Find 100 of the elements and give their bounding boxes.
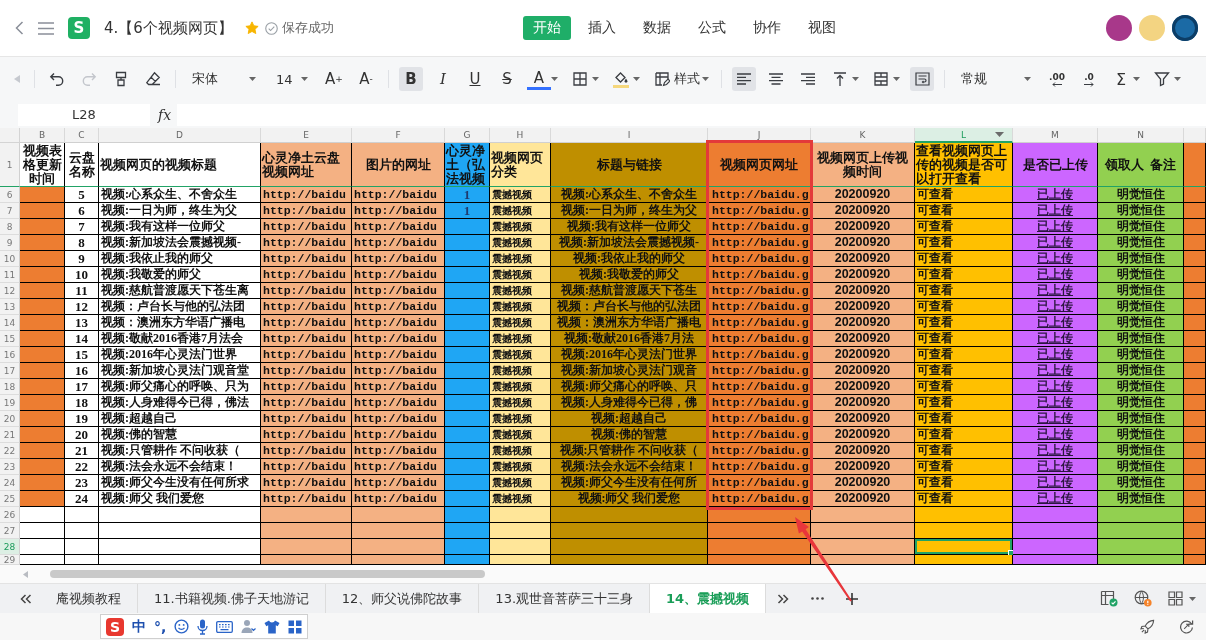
decrease-decimal-button[interactable]: .0 [1077, 67, 1101, 91]
caret-icon[interactable] [1174, 77, 1181, 81]
row-number[interactable]: 11 [0, 267, 20, 283]
row-number[interactable]: 28 [0, 539, 20, 555]
font-size-select[interactable]: 14 [270, 67, 314, 91]
sheet-tab[interactable]: 14、震撼视频 [650, 584, 767, 613]
double-chevron-right-icon[interactable] [777, 593, 790, 604]
row-number[interactable]: 26 [0, 507, 20, 523]
font-select[interactable]: 宋体 [186, 67, 262, 91]
row-number[interactable]: 6 [0, 187, 20, 203]
column-header[interactable]: L [915, 128, 1013, 143]
row-number[interactable]: 25 [0, 491, 20, 507]
caret-icon[interactable] [633, 77, 640, 81]
name-box[interactable]: L28 [18, 103, 150, 126]
back-icon[interactable] [15, 21, 24, 35]
rocket-icon[interactable] [1140, 619, 1155, 634]
format-painter-icon[interactable] [113, 71, 129, 87]
eraser-icon[interactable] [145, 71, 161, 87]
user-avatar[interactable] [1106, 15, 1132, 41]
filter-icon[interactable] [1154, 71, 1170, 87]
decrease-font-button[interactable]: A$^{-}$ [354, 67, 378, 91]
caret-icon[interactable] [551, 77, 558, 81]
caret-icon[interactable] [995, 132, 1004, 137]
shirt-icon[interactable] [264, 619, 281, 634]
row-number[interactable]: 7 [0, 203, 20, 219]
row-number[interactable]: 22 [0, 443, 20, 459]
table-style-icon[interactable] [654, 71, 670, 87]
row-number[interactable]: 9 [0, 235, 20, 251]
italic-button[interactable]: I [431, 67, 455, 91]
caret-icon[interactable] [1189, 596, 1196, 601]
row-number[interactable]: 21 [0, 427, 20, 443]
row-number[interactable]: 8 [0, 219, 20, 235]
column-header[interactable]: D [99, 128, 261, 143]
align-left-button[interactable] [732, 67, 756, 91]
sum-button[interactable]: Σ [1109, 67, 1133, 91]
borders-icon[interactable] [572, 71, 588, 87]
row-number[interactable]: 16 [0, 347, 20, 363]
strikethrough-button[interactable]: S [495, 67, 519, 91]
wrap-text-button[interactable] [910, 67, 934, 91]
row-number[interactable]: 10 [0, 251, 20, 267]
row-number[interactable]: 24 [0, 475, 20, 491]
scrollbar-thumb[interactable] [50, 570, 485, 578]
insert-function-button[interactable]: fx [158, 106, 172, 123]
double-chevron-left-icon[interactable] [20, 593, 32, 604]
column-header[interactable]: C [65, 128, 99, 143]
increase-decimal-button[interactable]: .00 [1045, 67, 1069, 91]
user-avatar[interactable] [1172, 15, 1198, 41]
grid-squares-icon[interactable] [288, 619, 303, 634]
column-header[interactable]: F [352, 128, 445, 143]
row-number[interactable]: 18 [0, 379, 20, 395]
column-header[interactable]: E [261, 128, 352, 143]
menu-tab[interactable]: 数据 [633, 16, 681, 40]
column-header[interactable]: G [445, 128, 490, 143]
menu-tab[interactable]: 插入 [578, 16, 626, 40]
more-icon[interactable] [811, 597, 825, 600]
increase-font-button[interactable]: A$^{+}$ [322, 67, 346, 91]
globe-icon[interactable] [1134, 590, 1152, 607]
caret-icon[interactable] [1133, 77, 1140, 81]
row-number[interactable]: 17 [0, 363, 20, 379]
column-header[interactable]: M [1013, 128, 1098, 143]
menu-tab[interactable]: 开始 [523, 16, 571, 40]
circle-arrow-icon[interactable] [1179, 619, 1194, 634]
sheet-check-icon[interactable] [1100, 590, 1118, 607]
merge-cells-icon[interactable] [873, 71, 889, 87]
column-header[interactable]: B [20, 128, 65, 143]
underline-button[interactable]: U [463, 67, 487, 91]
row-number[interactable]: 14 [0, 315, 20, 331]
row-number[interactable]: 1 [0, 143, 20, 187]
row-number[interactable]: 19 [0, 395, 20, 411]
font-color-button[interactable]: A [527, 68, 551, 90]
caret-icon[interactable] [702, 77, 709, 81]
row-number[interactable]: 20 [0, 411, 20, 427]
menu-tab[interactable]: 协作 [743, 16, 791, 40]
number-format-select[interactable]: 常规 [955, 67, 1037, 91]
input-mode-label[interactable]: 中 [132, 617, 146, 636]
row-number[interactable]: 12 [0, 283, 20, 299]
align-top-icon[interactable] [832, 71, 848, 87]
column-header[interactable]: K [811, 128, 915, 143]
punctuation-mode-label[interactable]: °, [154, 618, 167, 635]
grid-view-icon[interactable] [1168, 591, 1183, 606]
column-header[interactable]: I [551, 128, 708, 143]
row-number[interactable]: 27 [0, 523, 20, 539]
add-sheet-icon[interactable] [846, 592, 859, 605]
menu-tab[interactable]: 公式 [688, 16, 736, 40]
microphone-icon[interactable] [197, 618, 209, 635]
undo-icon[interactable] [49, 71, 65, 87]
star-icon[interactable] [244, 21, 259, 35]
menu-tab[interactable]: 视图 [798, 16, 846, 40]
fill-color-icon[interactable] [613, 70, 629, 88]
row-number[interactable]: 13 [0, 299, 20, 315]
row-number[interactable]: 15 [0, 331, 20, 347]
column-header[interactable]: N [1098, 128, 1184, 143]
menu-icon[interactable] [38, 21, 54, 35]
ime-logo[interactable]: S [106, 617, 124, 636]
row-number[interactable]: 23 [0, 459, 20, 475]
caret-icon[interactable] [852, 77, 859, 81]
column-header[interactable]: H [490, 128, 551, 143]
smiley-icon[interactable] [174, 619, 190, 634]
caret-icon[interactable] [592, 77, 599, 81]
style-button[interactable]: 样式 [674, 70, 700, 88]
